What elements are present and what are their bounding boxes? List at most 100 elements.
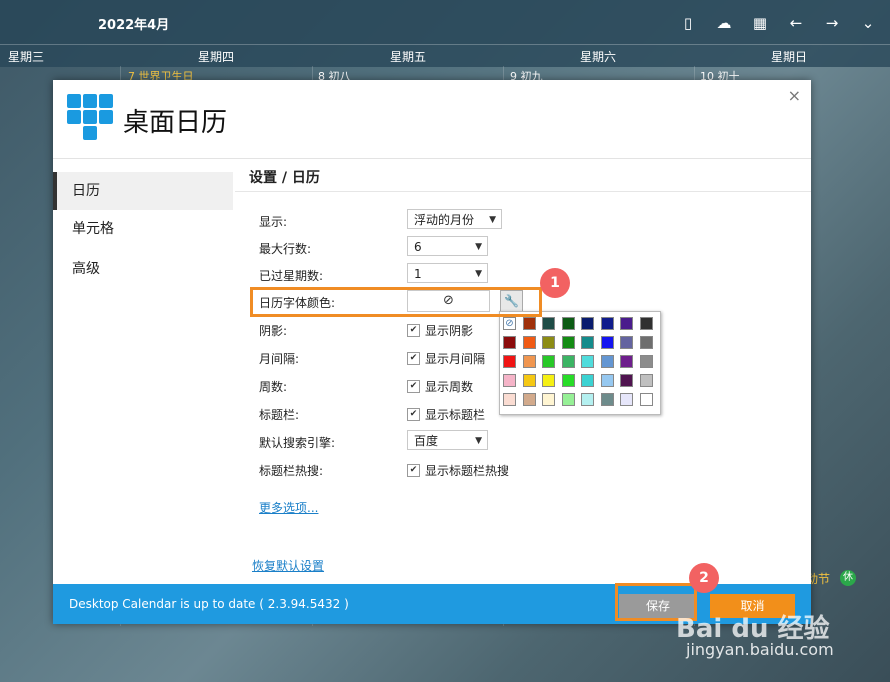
week-number-checkbox[interactable]: ✔ 显示周数 [407,378,473,395]
color-swatch[interactable] [600,374,614,387]
dialog-title: 桌面日历 [123,108,228,138]
sidebar-item-cell[interactable]: 单元格 [53,210,233,248]
cloud-icon[interactable]: ☁ [713,12,735,34]
color-swatch[interactable] [620,317,633,330]
color-swatch[interactable] [620,336,633,349]
breadcrumb: 设置 / 日历 [249,170,320,186]
weekday-wed: 星期三 [8,50,45,64]
arrow-left-icon[interactable]: ← [785,12,807,34]
sidebar-item-advanced[interactable]: 高级 [53,250,233,288]
desktop-calendar-topbar: 2022年4月 ▯ ☁ ▦ ← → ⌄ [0,0,890,44]
color-swatch[interactable] [639,336,653,349]
color-swatch[interactable] [542,393,555,406]
step-badge: 2 [689,563,719,593]
chevron-down-icon: ▼ [489,215,496,225]
month-gap-checkbox[interactable]: ✔ 显示月间隔 [407,350,485,367]
step-badge: 1 [540,268,570,298]
no-color-swatch[interactable]: ⊘ [503,317,516,330]
checkbox-icon: ✔ [407,408,420,421]
sidebar-item-calendar[interactable]: 日历 [53,172,233,210]
hot-search-label: 标题栏热搜: [259,464,324,478]
color-swatch[interactable] [522,355,536,368]
color-swatch[interactable] [522,336,536,349]
search-engine-label: 默认搜索引擎: [259,436,336,450]
color-swatch[interactable] [503,336,516,349]
color-swatch[interactable] [503,355,516,368]
color-swatch[interactable] [542,336,555,349]
app-logo-icon [67,94,115,142]
restore-defaults-link[interactable]: 恢复默认设置 [252,557,324,574]
color-swatch[interactable] [561,374,575,387]
color-swatch[interactable] [620,355,633,368]
dialog-header: 桌面日历 × [53,80,811,159]
color-swatch[interactable] [561,336,575,349]
checkbox-icon: ✔ [407,352,420,365]
close-icon[interactable]: × [788,86,801,105]
color-swatch[interactable] [581,317,594,330]
color-swatch[interactable] [581,393,594,406]
display-label: 显示: [259,215,288,229]
watermark-url: jingyan.baidu.com [686,640,834,659]
color-swatch[interactable] [620,393,633,406]
current-month: 2022年4月 [98,18,170,33]
titlebar-checkbox[interactable]: ✔ 显示标题栏 [407,406,485,423]
color-swatch[interactable] [522,317,536,330]
color-swatch[interactable] [542,317,555,330]
checkbox-icon: ✔ [407,464,420,477]
settings-sidebar: 日历 单元格 高级 [53,159,233,584]
color-swatch[interactable] [542,355,555,368]
max-rows-label: 最大行数: [259,242,312,256]
more-options-link[interactable]: 更多选项... [259,499,318,516]
month-gap-label: 月间隔: [259,352,300,366]
color-swatch[interactable] [581,374,594,387]
max-rows-select[interactable]: 6 ▼ [407,236,488,256]
color-swatch[interactable] [600,393,614,406]
color-swatch[interactable] [503,374,516,387]
search-engine-select[interactable]: 百度 ▼ [407,430,488,450]
weekday-header: 星期三 星期四 星期五 星期六 星期日 [0,44,890,67]
color-swatch[interactable] [581,336,594,349]
past-weeks-label: 已过星期数: [259,269,324,283]
color-swatch[interactable] [600,317,614,330]
color-swatch[interactable] [639,374,653,387]
checkbox-icon: ✔ [407,380,420,393]
color-swatch[interactable] [561,317,575,330]
chevron-down-icon: ▼ [475,436,482,446]
chevron-down-icon[interactable]: ⌄ [857,12,879,34]
chevron-down-icon: ▼ [475,242,482,252]
color-swatch[interactable] [561,393,575,406]
titlebar-label: 标题栏: [259,408,300,422]
shadow-checkbox[interactable]: ✔ 显示阴影 [407,322,473,339]
rest-day-badge: 休 [840,570,856,586]
arrow-right-icon[interactable]: → [821,12,843,34]
version-status: Desktop Calendar is up to date ( 2.3.94.… [69,597,349,611]
color-swatch[interactable] [542,374,555,387]
phone-icon[interactable]: ▯ [677,12,699,34]
weekday-fri: 星期五 [390,50,427,64]
color-swatch[interactable] [600,355,614,368]
checkbox-icon: ✔ [407,324,420,337]
color-swatch[interactable] [639,393,653,406]
shadow-label: 阴影: [259,324,288,338]
color-swatch[interactable] [639,317,653,330]
week-number-label: 周数: [259,380,288,394]
past-weeks-select[interactable]: 1 ▼ [407,263,488,283]
highlight-box [250,287,542,317]
color-swatch[interactable] [581,355,594,368]
color-swatch[interactable] [503,393,516,406]
color-swatch[interactable] [561,355,575,368]
color-swatch[interactable] [522,374,536,387]
weekday-sun: 星期日 [771,50,808,64]
chevron-down-icon: ▼ [475,269,482,279]
color-palette-popup: ⊘ [499,311,661,415]
display-select[interactable]: 浮动的月份 ▼ [407,209,502,229]
divider [235,191,811,192]
weekday-sat: 星期六 [580,50,617,64]
hot-search-checkbox[interactable]: ✔ 显示标题栏热搜 [407,462,509,479]
color-swatch[interactable] [600,336,614,349]
color-swatch[interactable] [522,393,536,406]
color-swatch[interactable] [639,355,653,368]
weekday-thu: 星期四 [198,50,235,64]
color-swatch[interactable] [620,374,633,387]
calendar-icon[interactable]: ▦ [749,12,771,34]
